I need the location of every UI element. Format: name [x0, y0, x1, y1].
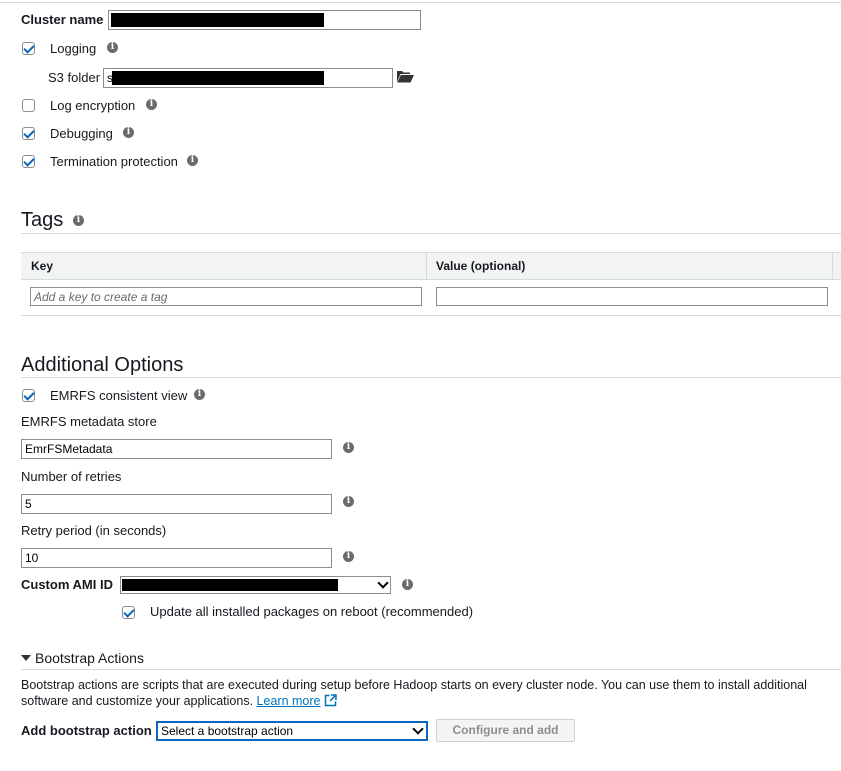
retries-input[interactable]: 5	[21, 494, 332, 514]
logging-label: Logging	[50, 41, 97, 56]
termination-protection-label: Termination protection	[50, 154, 178, 169]
retries-label: Number of retries	[21, 469, 122, 484]
bootstrap-title[interactable]: Bootstrap Actions	[35, 650, 144, 666]
tags-title: Tags	[21, 209, 64, 231]
info-icon[interactable]: i	[107, 42, 118, 53]
info-icon[interactable]: i	[146, 99, 157, 110]
add-bootstrap-label: Add bootstrap action	[21, 723, 152, 738]
info-icon[interactable]: i	[123, 127, 134, 138]
tag-value-input[interactable]	[436, 287, 828, 306]
custom-ami-label: Custom AMI ID	[21, 577, 113, 592]
logging-checkbox[interactable]	[22, 42, 35, 55]
retry-period-label: Retry period (in seconds)	[21, 523, 167, 538]
tag-key-input[interactable]: Add a key to create a tag	[30, 287, 422, 306]
info-icon[interactable]: i	[73, 215, 84, 226]
info-icon[interactable]: i	[343, 442, 354, 453]
bootstrap-description-text: Bootstrap actions are scripts that are e…	[21, 678, 807, 708]
tags-table-header: Key Value (optional)	[21, 252, 841, 280]
external-link-icon[interactable]	[324, 694, 337, 707]
bootstrap-title-rule	[21, 669, 841, 670]
metadata-store-label: EMRFS metadata store	[21, 414, 157, 429]
termination-protection-checkbox[interactable]	[22, 155, 35, 168]
retry-period-input[interactable]: 10	[21, 548, 332, 568]
folder-open-icon[interactable]	[397, 70, 414, 83]
configure-and-add-button[interactable]: Configure and add	[436, 719, 575, 742]
s3-folder-input[interactable]: s	[103, 68, 393, 88]
info-icon[interactable]: i	[402, 579, 413, 590]
tags-col-value: Value (optional)	[436, 259, 526, 273]
log-encryption-label: Log encryption	[50, 98, 136, 113]
update-packages-checkbox[interactable]	[122, 606, 135, 619]
emrfs-consistent-label: EMRFS consistent view	[50, 388, 188, 403]
cluster-name-input[interactable]	[108, 10, 421, 30]
log-encryption-checkbox[interactable]	[22, 99, 35, 112]
tags-bottom-rule	[21, 315, 841, 316]
bootstrap-description: Bootstrap actions are scripts that are e…	[21, 677, 831, 709]
col-divider	[426, 253, 427, 279]
tags-title-rule	[21, 233, 841, 234]
additional-options-title: Additional Options	[21, 354, 184, 376]
info-icon[interactable]: i	[194, 389, 205, 400]
bootstrap-action-select-value: Select a bootstrap action	[161, 724, 294, 738]
s3-folder-label: S3 folder	[48, 70, 101, 85]
col-divider	[832, 253, 833, 279]
redacted-value	[111, 13, 324, 27]
info-icon[interactable]: i	[343, 551, 354, 562]
learn-more-link[interactable]: Learn more	[257, 694, 321, 708]
caret-down-icon[interactable]	[21, 655, 31, 661]
redacted-value	[122, 579, 338, 591]
additional-title-rule	[21, 377, 841, 378]
info-icon[interactable]: i	[343, 496, 354, 507]
chevron-down-icon	[412, 723, 424, 735]
metadata-store-input[interactable]: EmrFSMetadata	[21, 439, 332, 459]
info-icon[interactable]: i	[187, 155, 198, 166]
bootstrap-action-select[interactable]: Select a bootstrap action	[156, 721, 428, 741]
chevron-down-icon	[377, 577, 389, 589]
update-packages-label: Update all installed packages on reboot …	[150, 604, 474, 619]
cluster-name-label: Cluster name	[21, 12, 104, 27]
debugging-label: Debugging	[50, 126, 113, 141]
tags-col-key: Key	[31, 259, 54, 273]
debugging-checkbox[interactable]	[22, 127, 35, 140]
redacted-value	[112, 71, 324, 85]
top-divider	[0, 2, 841, 3]
emrfs-consistent-checkbox[interactable]	[22, 389, 35, 402]
custom-ami-select[interactable]	[120, 576, 391, 594]
